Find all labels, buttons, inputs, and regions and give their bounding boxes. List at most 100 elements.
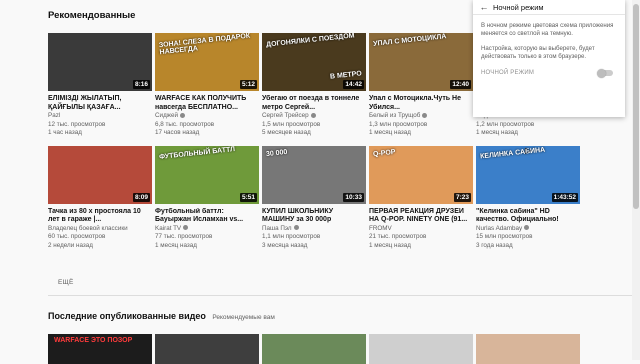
video-duration: 1:43:52 [551,192,578,202]
verified-check-icon [183,225,189,231]
thumbnail-text: 30 000 [265,148,288,158]
video-channel[interactable]: Kairat TV [155,225,181,232]
night-mode-title: Ночной режим [493,2,544,12]
video-channel-row: Паша Пэл [262,225,366,234]
video-thumbnail[interactable]: Q-POP 7:23 [369,145,473,204]
verified-check-icon [293,225,299,231]
video-duration: 12:40 [450,80,471,89]
verified-check-icon [524,225,530,231]
video-duration: 8:09 [132,192,150,202]
video-channel[interactable]: FROMV [369,225,392,232]
latest-title: Последние опубликованные видео [48,311,206,321]
video-card[interactable]: 8:16 ЕЛІМІЗДІ ЖЫЛАТЫП, ҚАЙҒЫЛЫ ҚАЗАҒА... P… [48,33,152,138]
thumbnail-text: ДОГОНЯЛКИ С ПОЕЗДОМ [265,33,355,49]
video-channel[interactable]: Сергей Трейсер [262,112,309,119]
video-thumbnail[interactable]: 8:09 [48,145,152,204]
video-title[interactable]: "Келинка сабина" HD качество. Официально… [476,208,580,225]
video-age: 1 час назад [48,129,82,136]
video-thumbnail[interactable]: 8:16 [48,33,152,91]
video-views: 15 млн просмотров [476,233,533,240]
video-thumbnail[interactable]: ЗОНА! СЛЕЗА В ПОДАРОК НАВСЕГДА 5:12 [155,33,259,91]
video-age: 17 часов назад [155,129,200,136]
latest-thumb-1-text: WARFACE ЭТО ПОЗОР [54,337,133,344]
video-duration: 10:33 [343,192,364,202]
thumbnail-text: ФУТБОЛЬНЫЙ БАТТЛ [158,145,236,161]
video-title[interactable]: Тачка из 80 х простояла 10 лет в гараже … [48,208,152,225]
video-views: 1,3 млн просмотров [369,120,428,128]
video-title[interactable]: Упал с Мотоцикла.Чуть Не Убился... [369,95,473,112]
recommended-title: Рекомендованные [48,10,136,21]
video-views: 77 тыс. просмотров [155,233,213,240]
video-channel[interactable]: Pazl [48,112,60,119]
video-channel-row: FROMV [369,225,473,234]
video-channel-row: Pazl [48,112,152,121]
verified-check-icon [310,112,316,118]
night-mode-header: ← Ночной режим [473,0,625,15]
scrollbar-thumb[interactable] [633,4,639,209]
video-card[interactable]: ЗОНА! СЛЕЗА В ПОДАРОК НАВСЕГДА 5:12 WARFAC… [155,33,259,138]
night-mode-panel: ← Ночной режим В ночном режиме цветовая … [473,0,625,117]
video-age: 1 месяц назад [476,129,518,136]
video-age: 1 месяц назад [155,241,197,249]
night-mode-toggle[interactable] [597,68,613,78]
video-channel[interactable]: Владелец боевой классики [48,225,128,232]
video-channel[interactable]: Белый из Трущоб [369,112,420,119]
thumbnail-text: УПАЛ С МОТОЦИКЛА [372,33,447,48]
video-views: 1,1 млн просмотров [262,233,321,240]
video-card[interactable]: ДОГОНЯЛКИ С ПОЕЗДОМ В МЕТРО 14:42 Убегаю от… [262,33,366,138]
video-channel[interactable]: Паша Пэл [262,225,292,232]
night-mode-toggle-row[interactable]: НОЧНОЙ РЕЖИМ [481,68,613,78]
video-title[interactable]: ЕЛІМІЗДІ ЖЫЛАТЫП, ҚАЙҒЫЛЫ ҚАЗАҒА... [48,95,152,112]
night-mode-description: В ночном режиме цветовая схема приложени… [481,22,614,37]
video-thumbnail[interactable]: УПАЛ С МОТОЦИКЛА 12:40 [369,33,473,91]
video-title[interactable]: ПЕРВАЯ РЕАКЦИЯ ДРУЗЕЙ НА Q-POP. NINETY O… [369,208,473,225]
video-title[interactable]: КУПИЛ ШКОЛЬНИКУ МАШИНУ за 30 000р [262,208,366,225]
video-channel-row: Сиджей [155,112,259,121]
thumbnail-text: КЕЛИНКА САБИНА [479,146,546,160]
video-channel[interactable]: Nurlas Adambay [476,225,522,232]
video-duration: 14:42 [343,80,364,89]
show-more-button[interactable]: ЕЩЁ [58,279,74,286]
video-card[interactable]: 30 000 10:33 КУПИЛ ШКОЛЬНИКУ МАШИНУ за 30 … [262,145,366,251]
video-thumbnail[interactable]: ФУТБОЛЬНЫЙ БАТТЛ 5:51 [155,145,259,204]
video-thumbnail[interactable]: 30 000 10:33 [262,145,366,204]
video-age: 5 месяцев назад [262,129,311,136]
back-arrow-icon[interactable]: ← [477,2,491,12]
video-card[interactable]: ФУТБОЛЬНЫЙ БАТТЛ 5:51 Футбольный баттл: Ба… [155,145,259,251]
verified-check-icon [179,112,185,118]
toggle-knob [597,68,606,78]
video-views: 21 тыс. просмотров [369,233,427,240]
mouse-cursor-icon: ▷ [525,146,532,155]
video-card[interactable]: УПАЛ С МОТОЦИКЛА 12:40 Упал с Мотоцикла.Чу… [369,33,473,138]
video-age: 3 месяца назад [262,241,308,249]
video-views: 6,8 тыс. просмотров [155,120,215,128]
video-channel[interactable]: Сиджей [155,112,178,119]
video-channel-row: Kairat TV [155,225,259,234]
video-channel-row: Владелец боевой классики [48,225,152,234]
video-card[interactable]: Q-POP 7:23 ПЕРВАЯ РЕАКЦИЯ ДРУЗЕЙ НА Q-POP.… [369,145,473,251]
video-views: 60 тыс. просмотров [48,233,106,240]
video-channel-row: Nurlas Adambay [476,225,580,234]
verified-check-icon [422,112,428,118]
video-views: 1,5 млн просмотров [262,120,321,128]
latest-section-title: Последние опубликованные видео Рекоменду… [48,311,275,321]
video-age: 1 месяц назад [369,129,411,136]
video-thumbnail[interactable]: ДОГОНЯЛКИ С ПОЕЗДОМ В МЕТРО 14:42 [262,33,366,91]
thumbnail-text: Q-POP [372,148,396,158]
latest-subtitle: Рекомендуемые вам [212,314,275,321]
video-card[interactable]: КЕЛИНКА САБИНА 1:43:52 "Келинка сабина" HD… [476,145,580,251]
video-card[interactable]: 8:09 Тачка из 80 х простояла 10 лет в гар… [48,145,152,251]
video-views: 1,2 млн просмотров [476,120,535,128]
video-age: 1 месяц назад [369,241,411,249]
video-age: 2 недели назад [48,241,93,249]
video-title[interactable]: WARFACE КАК ПОЛУЧИТЬ навсегда БЕСПЛАТНО.… [155,95,259,112]
video-title[interactable]: Убегаю от поезда в тоннеле метро Сергей.… [262,95,366,112]
video-duration: 7:23 [453,192,471,202]
thumbnail-text: ЗОНА! СЛЕЗА В ПОДАРОК НАВСЕГДА [158,33,251,57]
video-channel-row: Белый из Трущоб [369,112,473,121]
night-mode-toggle-label: НОЧНОЙ РЕЖИМ [481,70,535,76]
video-title[interactable]: Футбольный баттл: Бауыржан Исламхан vs..… [155,208,259,225]
video-duration: 5:51 [239,192,257,202]
scrollbar-track[interactable] [632,0,640,360]
video-duration: 5:12 [239,80,257,89]
